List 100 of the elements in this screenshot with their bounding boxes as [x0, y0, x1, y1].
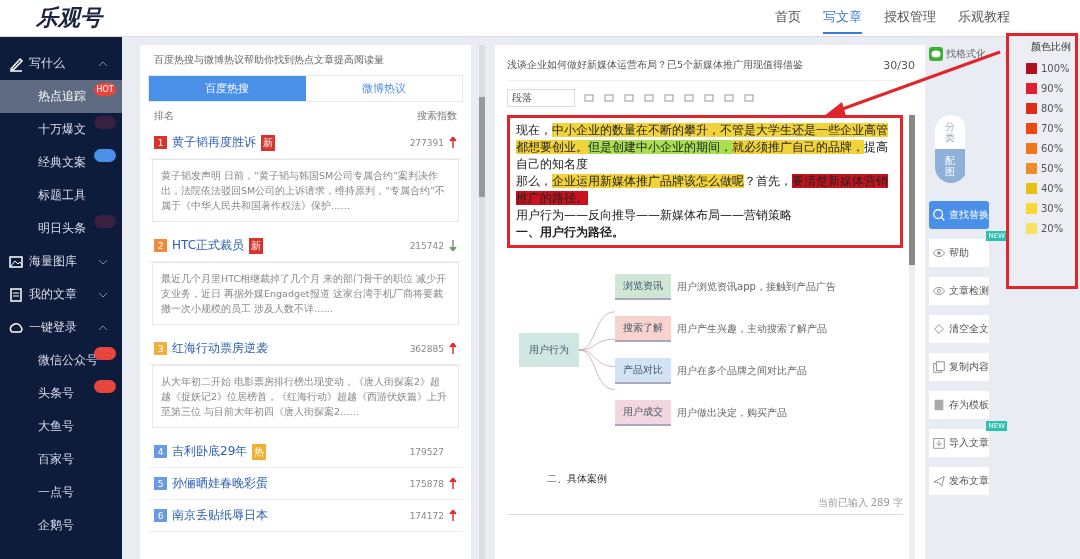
rank-badge: 6 [154, 509, 167, 522]
tool-icon [932, 246, 946, 260]
scrollbar[interactable] [909, 115, 915, 559]
mindmap-node: 用户成交 [615, 400, 671, 426]
subheading: 二、具体案例 [547, 472, 608, 486]
column-header: 搜索指数 [417, 109, 457, 123]
sidebar-item[interactable]: 经典文案 [0, 146, 122, 179]
sidebar-group[interactable]: 我的文章 [0, 278, 122, 311]
hot-topic-link[interactable]: 黄子韬再度胜诉 [172, 134, 256, 151]
rank-badge: 1 [154, 136, 167, 149]
search-index: 175878 [409, 478, 444, 489]
sidebar-item[interactable]: 标题工具 [0, 179, 122, 212]
logo: 乐观号 [36, 3, 102, 32]
tool-icon [932, 284, 946, 298]
legend-label: 20% [1041, 223, 1065, 234]
paragraph: 用户行为——反向推导——新媒体布局——营销策略 [516, 207, 793, 224]
hot-topic-link[interactable]: 红海行动票房逆袭 [172, 340, 268, 357]
column-header: 排名 [154, 109, 174, 123]
chat-icon[interactable] [929, 47, 943, 61]
tag: 新 [261, 134, 275, 151]
title-count: 30/30 [883, 59, 915, 72]
mindmap-note: 用户做出决定，购买产品 [677, 406, 787, 420]
legend-label: 90% [1041, 83, 1065, 94]
topic-summary: 最近几个月里HTC相继裁掉了几个月 来的部门骨干的职位 减少开支业务，近日 再据外媒Engadget报道 这家台湾手机厂商将要裁撤一次小规模的员工 涉及人数不详…… [152, 262, 459, 325]
paragraph: 那么，企业运用新媒体推广品牌该怎么做呢？首先，要清楚新媒体营销推广的路径。 [516, 173, 889, 207]
tool-button[interactable]: 清空全文 [929, 315, 989, 343]
search-index: 174172 [409, 510, 444, 521]
group-label: 我的文章 [29, 286, 77, 303]
group-icon [8, 55, 24, 72]
hot-topic-link[interactable]: 吉利卧底29年 [172, 443, 248, 460]
sidebar-item[interactable]: 热点追踪 HOT [0, 80, 122, 113]
nav-link[interactable]: 首页 [775, 2, 801, 34]
legend-label: 100% [1041, 63, 1071, 74]
hot-badge: HOT [94, 83, 116, 96]
mindmap-note: 用户在多个品牌之间对比产品 [677, 364, 807, 378]
tag: 热 [252, 443, 267, 460]
sidebar-item[interactable]: 百家号 [0, 443, 122, 476]
group-label: 一键登录 [29, 319, 77, 336]
hot-topic-link[interactable]: 孙俪晒娃春晚彩蛋 [172, 475, 268, 492]
mindmap-root-node: 用户行为 [519, 333, 579, 367]
mindmap-node: 搜索了解 [615, 316, 671, 342]
legend-label: 60% [1041, 143, 1065, 154]
group-label: 写什么 [29, 55, 65, 72]
tool-button[interactable]: 导入文章 [929, 429, 989, 457]
sidebar-group[interactable]: 海量图库 [0, 245, 122, 278]
sidebar-group[interactable]: 一键登录 [0, 311, 122, 344]
tag: 新 [249, 237, 264, 254]
scrollbar[interactable] [479, 45, 485, 559]
hot-topic-link[interactable]: HTC正式裁员 [172, 237, 245, 254]
search-index: 179527 [409, 446, 444, 457]
search-index: 215742 [409, 240, 444, 251]
sidebar-group[interactable]: 写什么 [0, 47, 122, 80]
search-index: 362885 [409, 343, 444, 354]
tool-button[interactable]: 文章检测 [929, 277, 989, 305]
nav-link[interactable]: 写文章 [823, 2, 862, 34]
tool-button[interactable]: 发布文章 [929, 467, 989, 495]
tool-button[interactable]: 帮助 [929, 239, 989, 267]
sidebar-item[interactable]: 头条号 [0, 377, 122, 410]
topic-summary: 从大年初二开始 电影票房排行榜出现变动，《唐人街探案2》超越《捉妖记2》位居榜首，《红海行动》超越《西游伏妖篇》上升至第三位 与目前大年初四《唐人街探案2…… [152, 365, 459, 428]
mindmap-node: 产品对比 [615, 358, 671, 384]
tool-icon [932, 360, 946, 374]
sidebar-item[interactable]: 一点号 [0, 476, 122, 509]
legend-label: 30% [1041, 203, 1065, 214]
topic-summary: 黄子韬发声明 日前，“黄子韬与韩国SM公司专属合约”案判决作出，法院依法驳回SM公司的上诉请求，维持原判，“专属合约”不属于《中华人民共和国著作权法》保护…… [152, 159, 459, 222]
group-icon [8, 286, 24, 303]
tool-icon [932, 398, 946, 412]
legend-label: 40% [1041, 183, 1065, 194]
tool-icon [932, 436, 946, 450]
section-heading: 一、用户行为路径。 [516, 224, 625, 241]
sidebar-item[interactable]: 十万爆文 [0, 113, 122, 146]
rank-badge: 5 [154, 477, 167, 490]
tool-icon [932, 208, 946, 222]
nav-link[interactable]: 授权管理 [884, 2, 936, 34]
word-count: 当前已输入 289 字 [817, 497, 903, 508]
sidebar-item[interactable]: 明日头条 [0, 212, 122, 245]
sidebar-item[interactable]: 大鱼号 [0, 410, 122, 443]
tool-icon [932, 474, 946, 488]
intro-text: 百度热搜与微博热议帮助你找到热点文章提高阅读量 [154, 53, 385, 67]
legend-label: 50% [1041, 163, 1065, 174]
mindmap-note: 用户产生兴趣，主动搜索了解产品 [677, 322, 827, 336]
legend-label: 80% [1041, 103, 1065, 114]
group-label: 海量图库 [29, 253, 77, 270]
mindmap-note: 用户浏览资讯app，接触到产品广告 [677, 280, 836, 294]
tool-button[interactable]: 存为模板 [929, 391, 989, 419]
sidebar-item[interactable]: 微信公众号 [0, 344, 122, 377]
hot-topic-link[interactable]: 南京丢贴纸辱日本 [172, 507, 268, 524]
paragraph-select[interactable]: 段落 [507, 89, 575, 107]
rank-badge: 2 [154, 239, 167, 252]
legend-title: 颜色比例 [1030, 40, 1071, 54]
rank-badge: 3 [154, 342, 167, 355]
rank-badge: 4 [154, 445, 167, 458]
sidebar-item[interactable]: 企鹅号 [0, 509, 122, 542]
tool-icon [932, 322, 946, 336]
tool-button[interactable]: 复制内容 [929, 353, 989, 381]
article-title-field[interactable]: 浅谈企业如何做好新媒体运营布局？已5个新媒体推广用现值得借鉴 [507, 59, 804, 72]
paragraph: 现在，中小企业的数量在不断的攀升，不管是大学生还是一些企业高管都想要创业。但是创建中小企业的期间，就必须推广自己的品牌，提高自己的知名度 [516, 122, 889, 173]
legend-label: 70% [1041, 123, 1065, 134]
mindmap-node: 浏览资讯 [615, 274, 671, 300]
nav-link[interactable]: 乐观教程 [958, 2, 1010, 34]
search-index: 277391 [409, 137, 444, 148]
